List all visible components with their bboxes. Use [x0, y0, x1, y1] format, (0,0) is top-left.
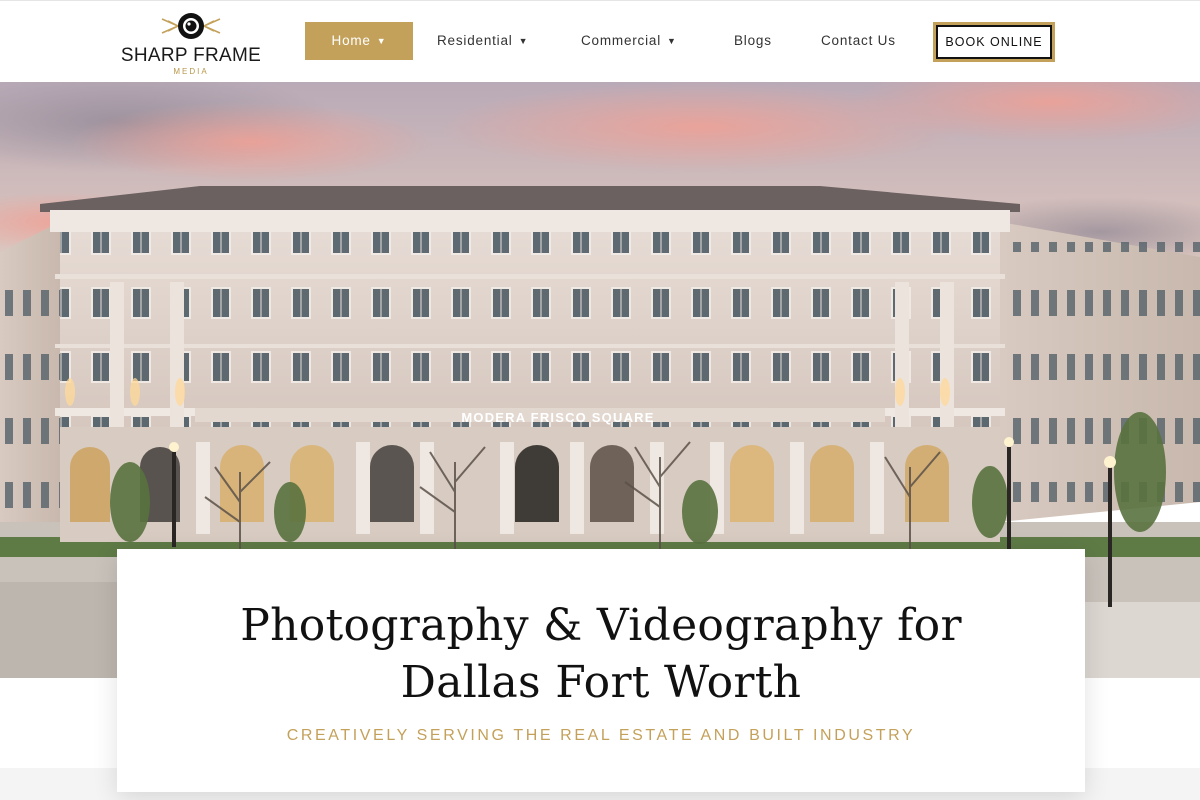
- hero-intro-card: Photography & Videography for Dallas For…: [117, 549, 1085, 792]
- logo-subtext: MEDIA: [173, 67, 209, 76]
- chevron-down-icon: ▼: [667, 36, 677, 46]
- nav-item-label: Home: [331, 33, 371, 48]
- nav-item-home[interactable]: Home ▼: [305, 22, 413, 60]
- nav-item-label: Blogs: [734, 33, 772, 48]
- logo[interactable]: SHARP FRAME MEDIA: [120, 9, 262, 79]
- chevron-down-icon: ▼: [376, 36, 387, 46]
- nav-item-label: Residential: [437, 33, 513, 48]
- site-header: SHARP FRAME MEDIA Home ▼ Residential ▼ Com…: [0, 0, 1200, 82]
- hero-tagline: CREATIVELY SERVING THE REAL ESTATE AND B…: [286, 727, 916, 744]
- nav-item-blogs[interactable]: Blogs: [734, 22, 772, 60]
- nav-item-label: Commercial: [581, 33, 662, 48]
- nav-item-residential[interactable]: Residential ▼: [437, 22, 528, 60]
- nav-item-label: Contact Us: [821, 33, 896, 48]
- nav-item-contact[interactable]: Contact Us: [821, 22, 896, 60]
- book-online-label: BOOK ONLINE: [936, 25, 1052, 59]
- nav-item-commercial[interactable]: Commercial ▼: [581, 22, 677, 60]
- hero-title-line1: Photography & Videography for: [240, 600, 962, 651]
- building-sign: MODERA FRISCO SQUARE: [461, 410, 654, 425]
- camera-lens-icon: [161, 13, 221, 39]
- chevron-down-icon: ▼: [518, 36, 529, 46]
- book-online-button[interactable]: BOOK ONLINE: [933, 22, 1055, 62]
- logo-text: SHARP FRAME: [120, 45, 262, 66]
- hero-title: Photography & Videography for Dallas For…: [117, 597, 1085, 711]
- hero-title-line2: Dallas Fort Worth: [400, 657, 802, 708]
